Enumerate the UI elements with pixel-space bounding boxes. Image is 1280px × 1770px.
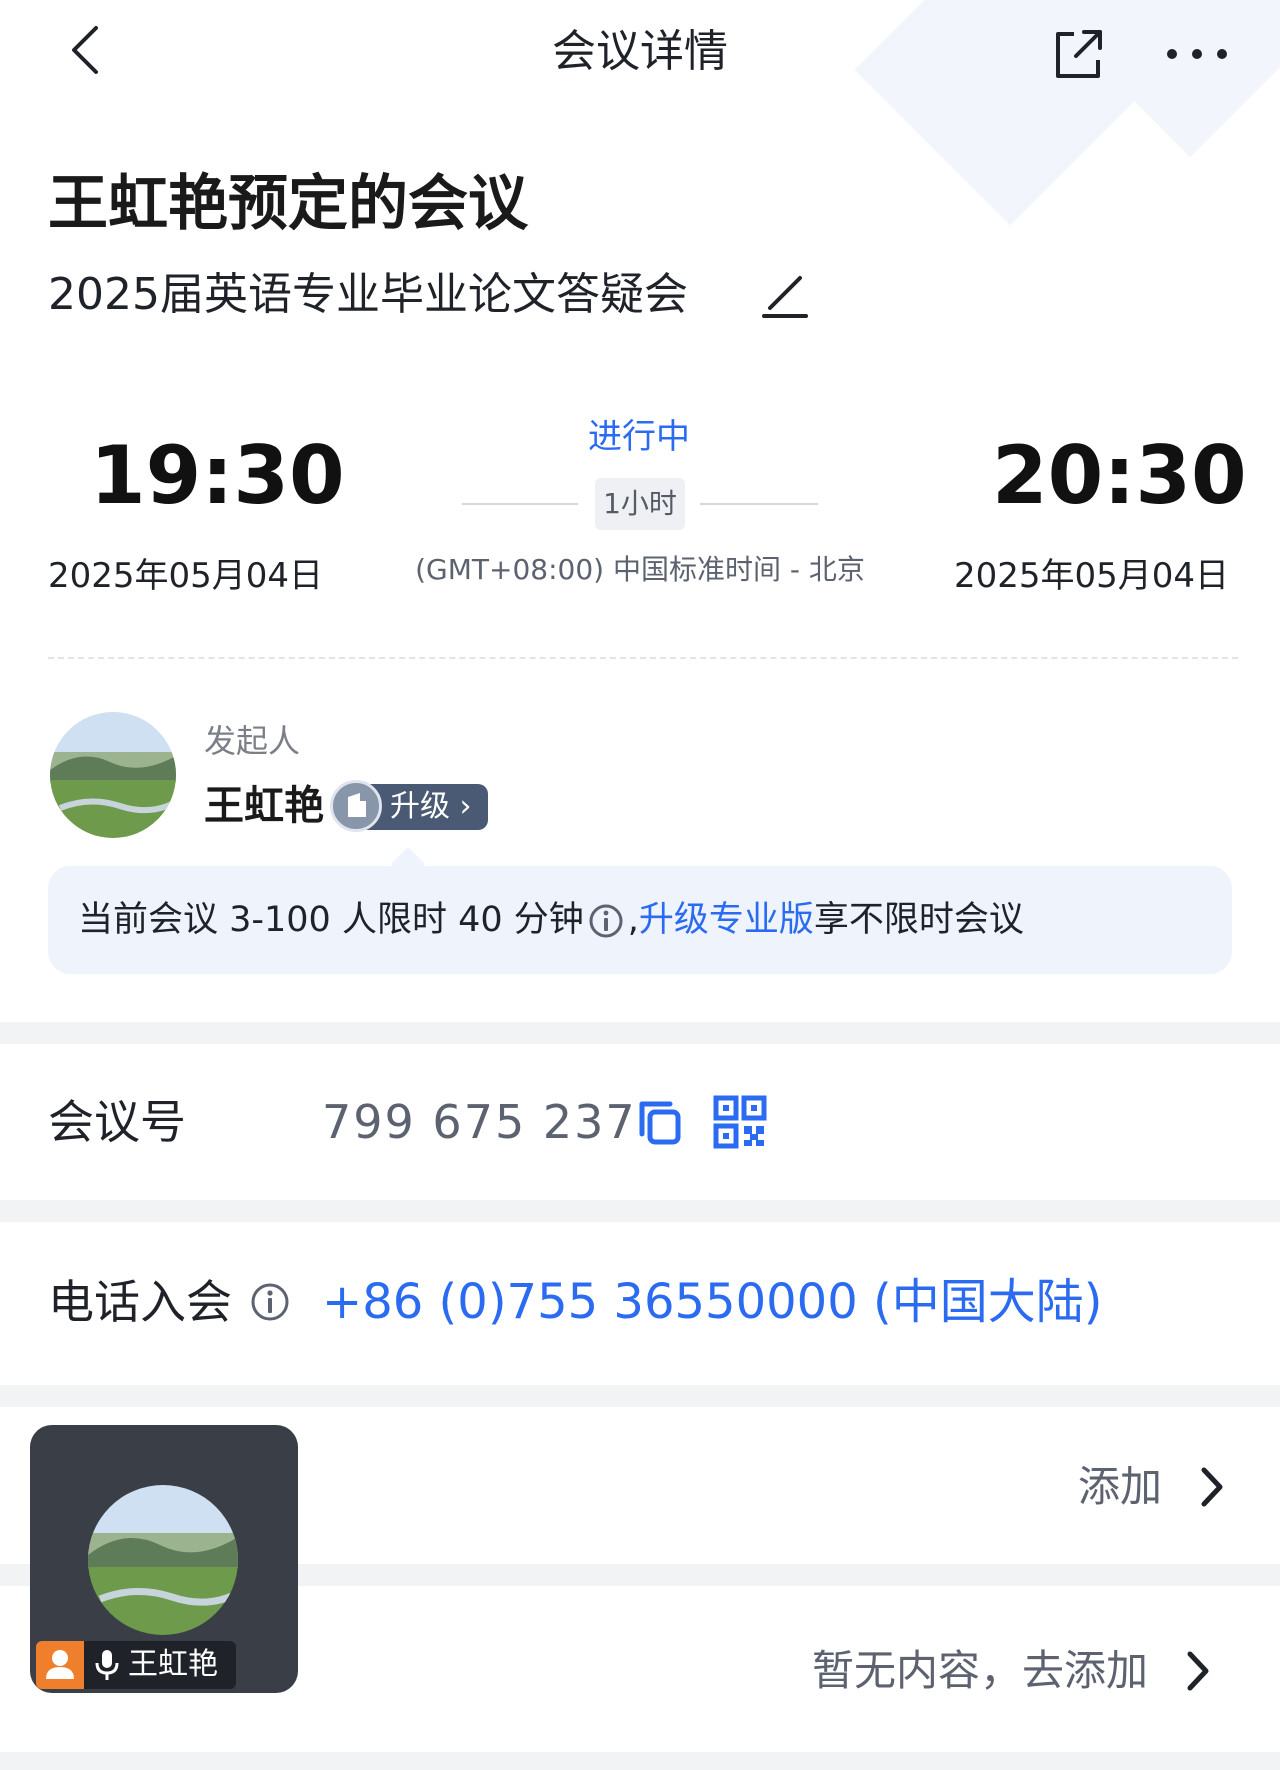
share-icon <box>1056 30 1102 78</box>
start-time: 19:30 <box>90 429 345 522</box>
section-gap <box>0 1022 1280 1044</box>
divider <box>700 503 818 505</box>
section-gap <box>0 1752 1280 1770</box>
tip-text: 当前会议 3-100 人限时 40 分钟 ,升级专业版享不限时会议 <box>78 900 1024 940</box>
copy-button[interactable] <box>630 1094 686 1150</box>
upgrade-pro-link[interactable]: 升级专业版 <box>639 900 814 940</box>
upgrade-label: 升级 › <box>390 789 472 824</box>
meeting-subject: 2025届英语专业毕业论文答疑会 <box>48 269 688 320</box>
start-date: 2025年05月04日 <box>48 556 324 596</box>
copy-icon <box>639 1101 681 1145</box>
chevron-right-icon <box>1187 1651 1209 1691</box>
section-gap <box>0 1385 1280 1407</box>
empty-row-chevron[interactable] <box>1182 1646 1214 1696</box>
meeting-title: 王虹艳预定的会议 <box>48 169 528 239</box>
add-label[interactable]: 添加 <box>1078 1458 1162 1516</box>
edit-subject-button[interactable] <box>758 270 812 324</box>
user-icon <box>36 1641 84 1689</box>
meeting-status: 进行中 <box>588 417 690 457</box>
end-date: 2025年05月04日 <box>954 556 1230 596</box>
phone-number-link[interactable]: +86 (0)755 36550000 (中国大陆) <box>322 1270 1102 1334</box>
phone-label: 电话入会 <box>48 1275 232 1329</box>
meeting-id-value: 799 675 237 <box>322 1095 637 1149</box>
empty-content-label[interactable]: 暂无内容，去添加 <box>812 1642 1148 1700</box>
timezone: (GMT+08:00) 中国标准时间 - 北京 <box>415 553 865 586</box>
floating-video-window[interactable]: 王虹艳 <box>30 1425 298 1693</box>
info-icon <box>251 1283 289 1321</box>
duration-badge: 1小时 <box>595 478 685 530</box>
host-avatar[interactable] <box>50 712 176 838</box>
add-row-chevron[interactable] <box>1196 1462 1228 1512</box>
info-icon[interactable] <box>588 903 624 939</box>
end-time: 20:30 <box>992 429 1247 522</box>
dashed-divider <box>48 657 1238 659</box>
qr-code-button[interactable] <box>712 1094 768 1150</box>
share-button[interactable] <box>1048 24 1108 84</box>
pencil-icon <box>762 276 808 318</box>
participant-avatar <box>88 1485 238 1635</box>
host-label: 发起人 <box>204 722 301 760</box>
upgrade-badge[interactable]: 升级 › <box>330 780 488 832</box>
account-level-icon <box>330 780 382 832</box>
participant-name: 王虹艳 <box>128 1647 218 1682</box>
divider <box>462 503 578 505</box>
microphone-icon <box>94 1649 120 1681</box>
participant-name-bar: 王虹艳 <box>36 1641 236 1689</box>
meeting-id-label: 会议号 <box>48 1095 186 1149</box>
section-gap <box>0 1200 1280 1222</box>
more-button[interactable] <box>1162 24 1232 84</box>
host-name: 王虹艳 <box>204 783 324 829</box>
chevron-right-icon: › <box>459 789 472 824</box>
landscape-photo <box>88 1485 238 1635</box>
phone-info-button[interactable] <box>250 1282 290 1322</box>
landscape-photo <box>50 712 176 838</box>
more-icon <box>1167 49 1227 59</box>
upgrade-tip: 当前会议 3-100 人限时 40 分钟 ,升级专业版享不限时会议 <box>48 866 1232 974</box>
qr-code-icon <box>713 1095 767 1149</box>
chevron-right-icon <box>1201 1467 1223 1507</box>
